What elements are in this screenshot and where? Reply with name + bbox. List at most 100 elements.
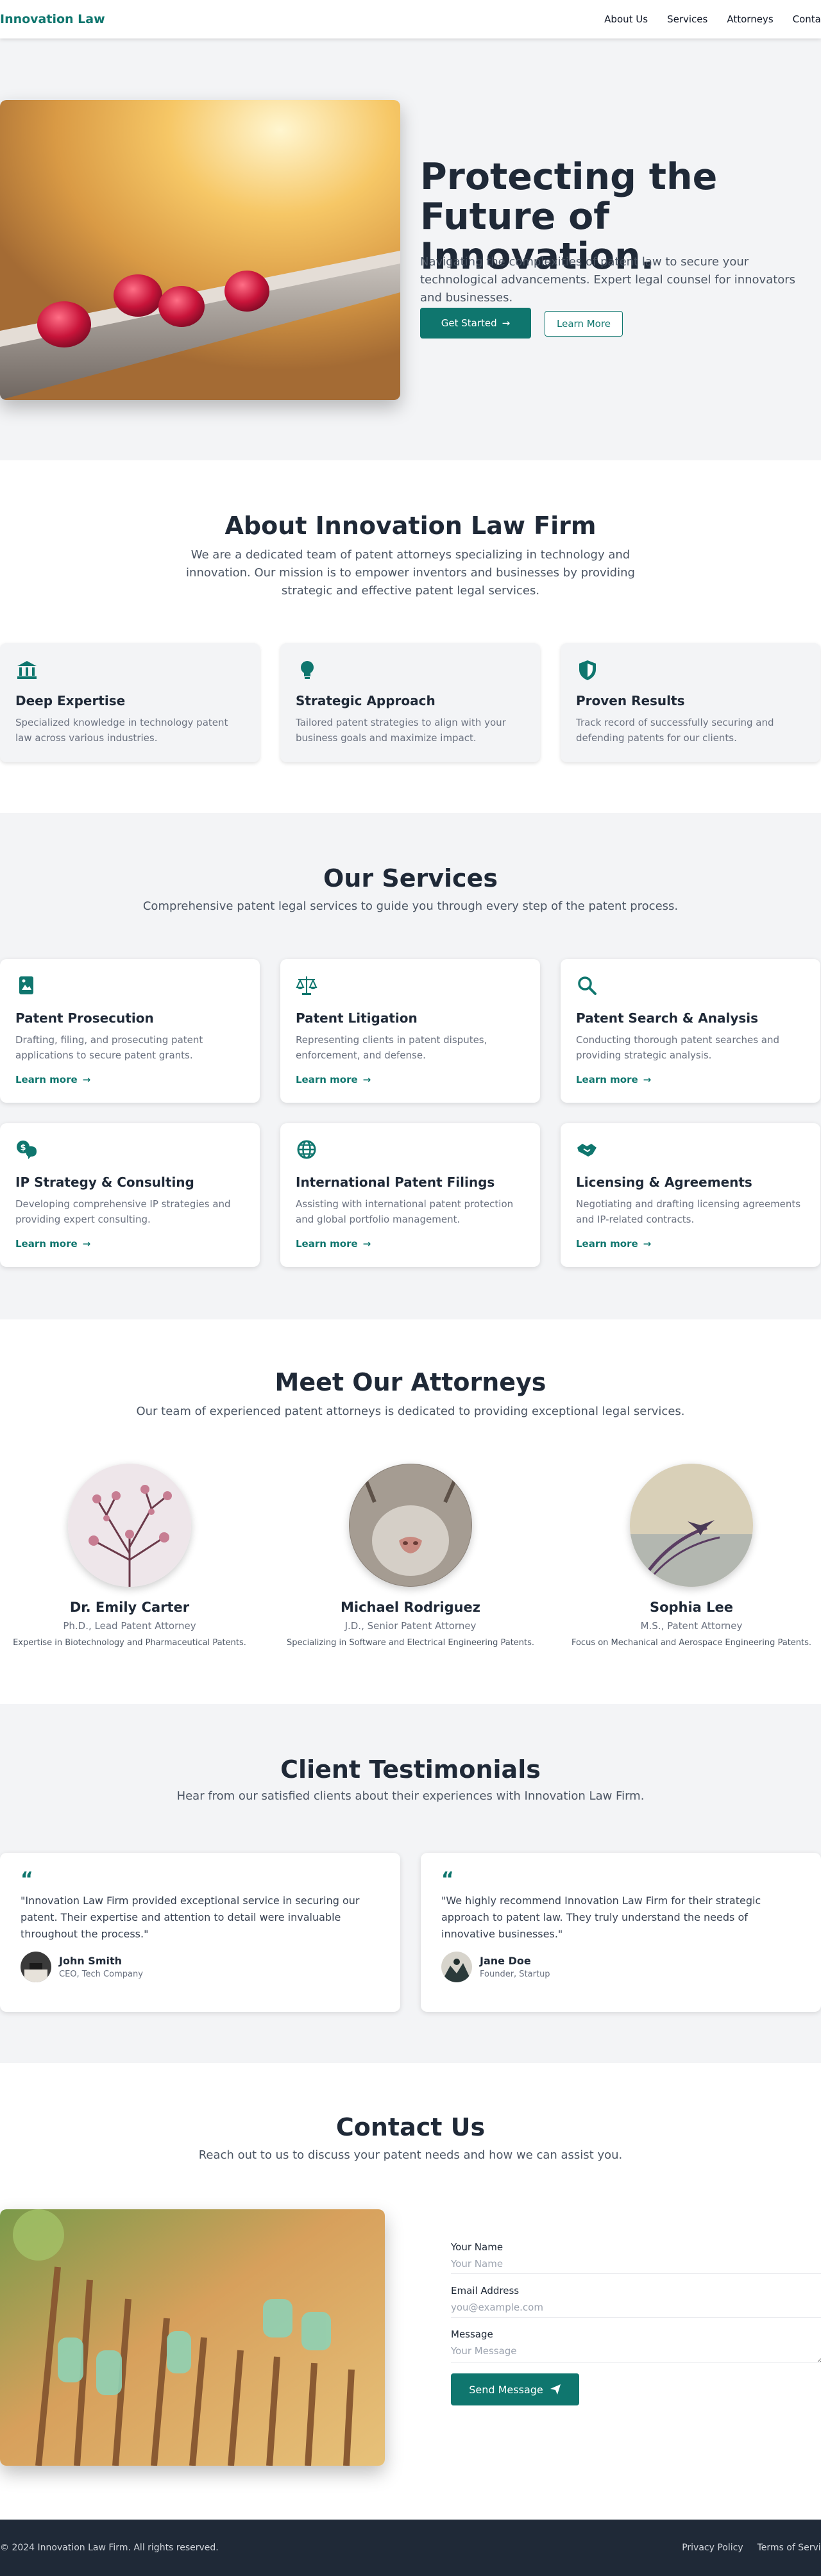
attorney-card: Sophia Lee M.S., Patent Attorney Focus o… bbox=[557, 1464, 821, 1648]
arrow-right-icon: → bbox=[643, 1074, 652, 1085]
learn-more-label: Learn more bbox=[296, 1238, 358, 1250]
service-title: Patent Litigation bbox=[296, 1010, 418, 1026]
arrow-right-icon: → bbox=[502, 317, 511, 329]
service-title: International Patent Filings bbox=[296, 1175, 495, 1190]
testimonial-author: Jane Doe Founder, Startup bbox=[441, 1952, 800, 1982]
service-text: Assisting with international patent prot… bbox=[296, 1198, 514, 1225]
copyright-text: © 2024 Innovation Law Firm. All rights r… bbox=[0, 2543, 219, 2553]
learn-more-label: Learn more bbox=[576, 1074, 638, 1085]
about-card-expertise: Deep Expertise Specialized knowledge in … bbox=[0, 643, 260, 762]
avatar bbox=[441, 1952, 472, 1982]
testimonial-author: John Smith CEO, Tech Company bbox=[21, 1952, 380, 1982]
send-message-button[interactable]: Send Message bbox=[451, 2373, 579, 2405]
main-nav: About Us Services Attorneys Contact bbox=[604, 13, 821, 25]
service-card-litigation: Patent Litigation Representing clients i… bbox=[280, 959, 540, 1103]
attorney-name: Dr. Emily Carter bbox=[69, 1600, 190, 1615]
send-message-label: Send Message bbox=[469, 2383, 543, 2396]
email-input[interactable] bbox=[451, 2300, 821, 2318]
document-icon bbox=[19, 976, 33, 994]
attorney-name: Michael Rodriguez bbox=[340, 1600, 481, 1615]
service-learn-more-link[interactable]: Learn more → bbox=[296, 1074, 371, 1085]
service-title: Patent Search & Analysis bbox=[576, 1010, 759, 1026]
attorney-role: Ph.D., Lead Patent Attorney bbox=[63, 1620, 196, 1632]
service-text: Drafting, filing, and prosecuting patent… bbox=[15, 1034, 203, 1061]
testimonial-quote: "Innovation Law Firm provided exceptiona… bbox=[21, 1894, 360, 1940]
nav-link-services[interactable]: Services bbox=[667, 13, 707, 25]
attorney-specialty: Specializing in Software and Electrical … bbox=[286, 1638, 535, 1648]
service-card-prosecution: Patent Prosecution Drafting, filing, and… bbox=[0, 959, 260, 1103]
nav-link-attorneys[interactable]: Attorneys bbox=[727, 13, 773, 25]
testimonial-role: CEO, Tech Company bbox=[59, 1970, 143, 1979]
testimonials-subtitle: Hear from our satisfied clients about th… bbox=[176, 1789, 645, 1803]
service-learn-more-link[interactable]: Learn more → bbox=[15, 1074, 90, 1085]
service-learn-more-link[interactable]: Learn more → bbox=[15, 1238, 90, 1250]
message-label: Message bbox=[451, 2329, 493, 2340]
attorney-photo bbox=[630, 1464, 753, 1587]
service-text: Representing clients in patent disputes,… bbox=[296, 1034, 487, 1061]
about-card-text: Specialized knowledge in technology pate… bbox=[15, 717, 228, 744]
attorneys-subtitle: Our team of experienced patent attorneys… bbox=[136, 1405, 685, 1418]
hero-section: Protecting the Future of Innovation. Nav… bbox=[0, 38, 821, 460]
attorney-role: M.S., Patent Attorney bbox=[640, 1620, 743, 1632]
attorney-card: Michael Rodriguez J.D., Senior Patent At… bbox=[276, 1464, 545, 1648]
arrow-right-icon: → bbox=[362, 1238, 371, 1250]
terms-of-service-link[interactable]: Terms of Service bbox=[758, 2543, 821, 2553]
name-input[interactable] bbox=[451, 2257, 821, 2274]
attorney-name: Sophia Lee bbox=[649, 1600, 734, 1615]
arrow-right-icon: → bbox=[643, 1238, 652, 1250]
get-started-button[interactable]: Get Started → bbox=[420, 308, 531, 339]
learn-more-label: Learn more bbox=[576, 1238, 638, 1250]
bank-icon bbox=[17, 661, 37, 679]
hero-subtitle: Navigating the complexities of patent la… bbox=[420, 255, 796, 305]
service-title: Patent Prosecution bbox=[15, 1010, 154, 1026]
contact-section: Contact Us Reach out to us to discuss yo… bbox=[0, 2063, 821, 2520]
service-card-licensing: Licensing & Agreements Negotiating and d… bbox=[561, 1123, 820, 1267]
arrow-right-icon: → bbox=[82, 1074, 91, 1085]
site-header: Innovation Law About Us Services Attorne… bbox=[0, 0, 821, 38]
service-card-search: Patent Search & Analysis Conducting thor… bbox=[561, 959, 820, 1103]
service-learn-more-link[interactable]: Learn more → bbox=[576, 1238, 651, 1250]
search-icon bbox=[578, 976, 597, 995]
attorney-photo bbox=[68, 1464, 191, 1587]
testimonials-title: Client Testimonials bbox=[280, 1755, 541, 1784]
quote-icon: “ bbox=[21, 1868, 33, 1891]
lightbulb-icon bbox=[301, 661, 314, 679]
attorney-specialty: Expertise in Biotechnology and Pharmaceu… bbox=[13, 1638, 246, 1648]
nav-link-contact[interactable]: Contact bbox=[793, 13, 821, 25]
avatar bbox=[21, 1952, 51, 1982]
service-card-ip-strategy: $ IP Strategy & Consulting Developing co… bbox=[0, 1123, 260, 1267]
scale-icon bbox=[296, 976, 317, 995]
attorney-role: J.D., Senior Patent Attorney bbox=[344, 1620, 477, 1632]
attorney-card: Dr. Emily Carter Ph.D., Lead Patent Atto… bbox=[0, 1464, 264, 1648]
about-card-strategy: Strategic Approach Tailored patent strat… bbox=[280, 643, 540, 762]
testimonial-role: Founder, Startup bbox=[480, 1970, 550, 1979]
handshake-icon bbox=[577, 1144, 597, 1157]
services-title: Our Services bbox=[323, 864, 498, 892]
nav-link-about[interactable]: About Us bbox=[604, 13, 648, 25]
email-label: Email Address bbox=[451, 2285, 520, 2296]
arrow-right-icon: → bbox=[82, 1238, 91, 1250]
service-learn-more-link[interactable]: Learn more → bbox=[576, 1074, 651, 1085]
attorneys-section: Meet Our Attorneys Our team of experienc… bbox=[0, 1319, 821, 1704]
testimonial-name: Jane Doe bbox=[480, 1955, 531, 1967]
testimonial-quote: "We highly recommend Innovation Law Firm… bbox=[441, 1894, 761, 1940]
site-logo[interactable]: Innovation Law bbox=[0, 12, 105, 26]
attorneys-title: Meet Our Attorneys bbox=[275, 1368, 546, 1396]
about-card-title: Strategic Approach bbox=[296, 693, 436, 708]
learn-more-button[interactable]: Learn More bbox=[545, 311, 623, 337]
about-card-title: Deep Expertise bbox=[15, 693, 126, 708]
message-textarea[interactable] bbox=[451, 2344, 821, 2363]
learn-more-label: Learn more bbox=[15, 1238, 78, 1250]
privacy-policy-link[interactable]: Privacy Policy bbox=[682, 2543, 743, 2553]
hero-image bbox=[0, 100, 400, 400]
contact-title: Contact Us bbox=[335, 2113, 486, 2141]
service-learn-more-link[interactable]: Learn more → bbox=[296, 1238, 371, 1250]
testimonials-section: Client Testimonials Hear from our satisf… bbox=[0, 1704, 821, 2063]
paper-plane-icon bbox=[550, 2384, 561, 2395]
service-text: Negotiating and drafting licensing agree… bbox=[576, 1198, 801, 1225]
learn-more-label: Learn more bbox=[15, 1074, 78, 1085]
arrow-right-icon: → bbox=[362, 1074, 371, 1085]
about-card-results: Proven Results Track record of successfu… bbox=[561, 643, 820, 762]
service-title: Licensing & Agreements bbox=[576, 1175, 752, 1190]
site-footer: © 2024 Innovation Law Firm. All rights r… bbox=[0, 2520, 821, 2576]
